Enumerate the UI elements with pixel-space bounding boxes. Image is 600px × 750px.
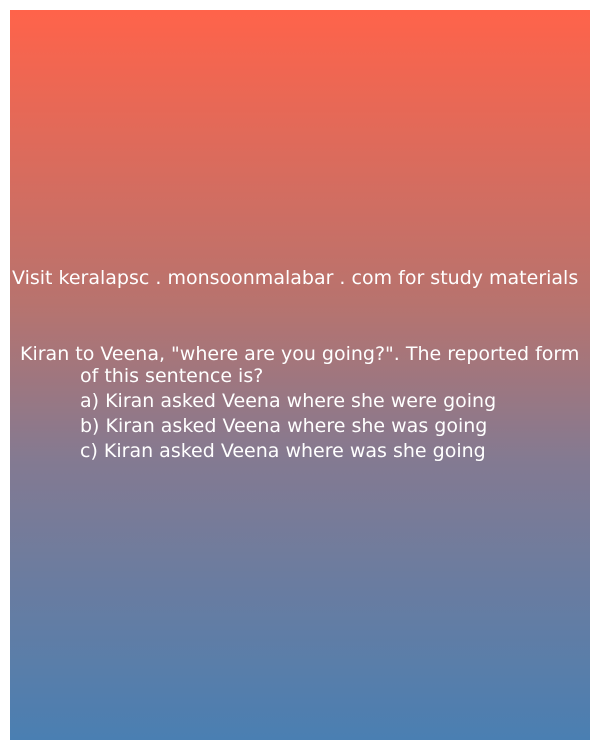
question-card: Visit keralapsc . monsoonmalabar . com f… [10, 10, 590, 740]
visit-promo-text: Visit keralapsc . monsoonmalabar . com f… [12, 267, 579, 289]
option-a: a) Kiran asked Veena where she were goin… [80, 390, 497, 412]
option-c: c) Kiran asked Veena where was she going [80, 440, 486, 462]
option-b: b) Kiran asked Veena where she was going [80, 415, 488, 437]
question-block: Kiran to Veena, "where are you going?". … [10, 343, 590, 464]
question-text: Kiran to Veena, "where are you going?". … [20, 343, 580, 387]
options-list: a) Kiran asked Veena where she were goin… [10, 389, 590, 464]
